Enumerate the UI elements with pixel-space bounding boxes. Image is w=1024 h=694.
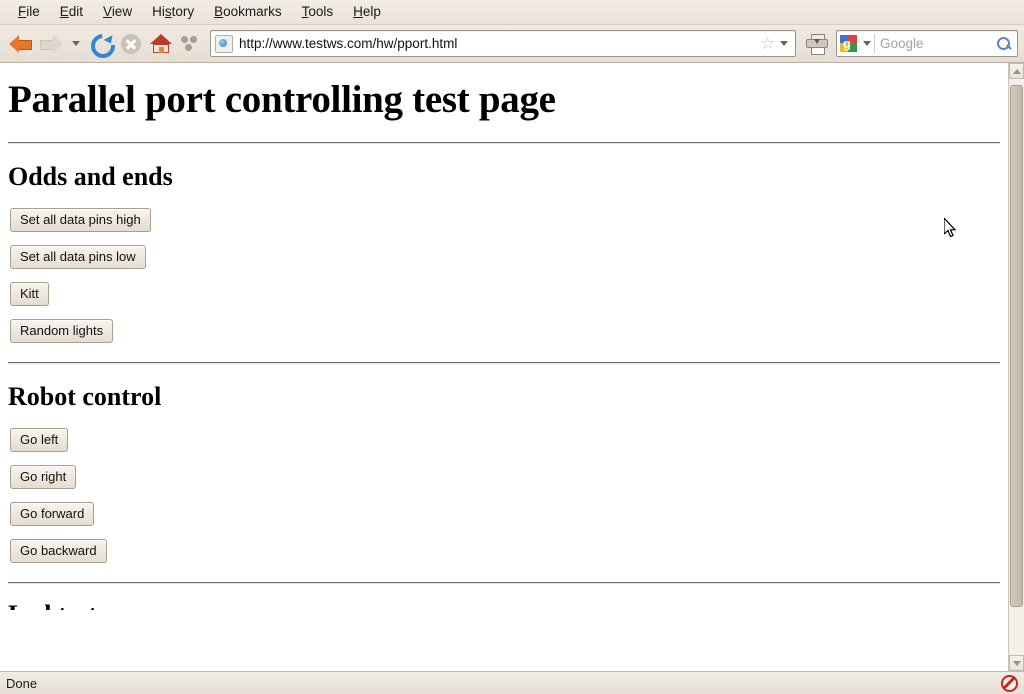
page-title: Parallel port controlling test page xyxy=(8,78,556,121)
button-row: Random lights xyxy=(10,319,1000,343)
search-separator xyxy=(874,34,875,53)
url-dropdown-button[interactable] xyxy=(780,41,788,46)
scrollbar-thumb[interactable] xyxy=(1010,85,1023,607)
menu-item-bookmarks[interactable]: Bookmarks xyxy=(204,2,292,22)
section-divider xyxy=(8,142,1000,144)
scroll-up-button[interactable] xyxy=(1009,63,1024,79)
go-right-button[interactable]: Go right xyxy=(10,465,77,489)
search-engine-dropdown[interactable] xyxy=(860,34,874,54)
site-favicon-icon xyxy=(215,34,233,53)
go-backward-button[interactable]: Go backward xyxy=(10,539,107,563)
random-lights-button[interactable]: Random lights xyxy=(10,319,114,343)
star-icon[interactable]: ☆ xyxy=(759,35,776,52)
set-all-data-pins-high-button[interactable]: Set all data pins high xyxy=(10,208,151,232)
history-dropdown-button[interactable] xyxy=(66,29,86,59)
scroll-down-arrow-icon xyxy=(1012,660,1021,666)
button-row: Set all data pins high xyxy=(10,208,1000,232)
button-row: Go backward xyxy=(10,539,1000,563)
section-heading-robot-control: Robot control xyxy=(8,382,162,411)
section-divider xyxy=(8,362,1000,364)
home-icon xyxy=(150,33,172,54)
menu-item-history[interactable]: History xyxy=(142,2,204,22)
grouped-nodes-icon xyxy=(181,35,201,53)
forward-button[interactable] xyxy=(36,29,66,59)
menu-item-edit[interactable]: Edit xyxy=(50,2,93,22)
button-row: Go forward xyxy=(10,502,1000,526)
google-icon[interactable]: g xyxy=(840,35,857,52)
button-row: Go left xyxy=(10,428,1000,452)
page-content: Parallel port controlling test page Odds… xyxy=(0,63,1008,671)
browser-window: File Edit View History Bookmarks Tools H… xyxy=(0,0,1024,694)
section-heading-partial: Led test xyxy=(8,600,1000,610)
navigation-toolbar: http://www.testws.com/hw/pport.html ☆ g … xyxy=(0,25,1024,63)
status-bar: Done xyxy=(0,671,1024,694)
chevron-down-icon xyxy=(780,41,788,46)
kitt-button[interactable]: Kitt xyxy=(10,282,49,306)
chevron-down-icon xyxy=(863,41,871,46)
menu-item-view[interactable]: View xyxy=(93,2,142,22)
back-arrow-icon xyxy=(9,34,33,54)
search-input[interactable]: Google xyxy=(880,36,995,51)
menu-bar: File Edit View History Bookmarks Tools H… xyxy=(0,0,1024,25)
url-input[interactable]: http://www.testws.com/hw/pport.html xyxy=(239,36,759,51)
scroll-down-button[interactable] xyxy=(1009,655,1024,671)
section-divider xyxy=(8,582,1000,584)
printer-icon xyxy=(806,33,828,55)
forward-arrow-icon xyxy=(39,34,63,54)
section-heading-odds-and-ends: Odds and ends xyxy=(8,162,173,191)
back-button[interactable] xyxy=(6,29,36,59)
chevron-down-icon xyxy=(72,41,80,46)
button-row: Kitt xyxy=(10,282,1000,306)
reload-button[interactable] xyxy=(86,28,120,63)
magnifier-icon[interactable] xyxy=(995,35,1013,53)
search-bar[interactable]: g Google xyxy=(836,30,1018,57)
go-forward-button[interactable]: Go forward xyxy=(10,502,95,526)
stop-button[interactable] xyxy=(116,29,146,59)
vertical-scrollbar[interactable] xyxy=(1008,63,1024,671)
url-bar[interactable]: http://www.testws.com/hw/pport.html ☆ xyxy=(210,30,796,57)
scroll-up-arrow-icon xyxy=(1012,68,1021,74)
menu-item-help[interactable]: Help xyxy=(343,2,391,22)
button-row: Set all data pins low xyxy=(10,245,1000,269)
menu-item-tools[interactable]: Tools xyxy=(292,2,344,22)
grouped-nodes-button[interactable] xyxy=(176,29,206,59)
go-left-button[interactable]: Go left xyxy=(10,428,69,452)
menu-item-file[interactable]: File xyxy=(8,2,50,22)
stop-icon xyxy=(121,33,141,54)
button-row: Go right xyxy=(10,465,1000,489)
set-all-data-pins-low-button[interactable]: Set all data pins low xyxy=(10,245,146,269)
reload-icon xyxy=(86,28,120,63)
status-text: Done xyxy=(6,675,38,691)
print-button[interactable] xyxy=(802,29,832,59)
home-button[interactable] xyxy=(146,29,176,59)
noscript-blocked-icon[interactable] xyxy=(1001,674,1018,692)
